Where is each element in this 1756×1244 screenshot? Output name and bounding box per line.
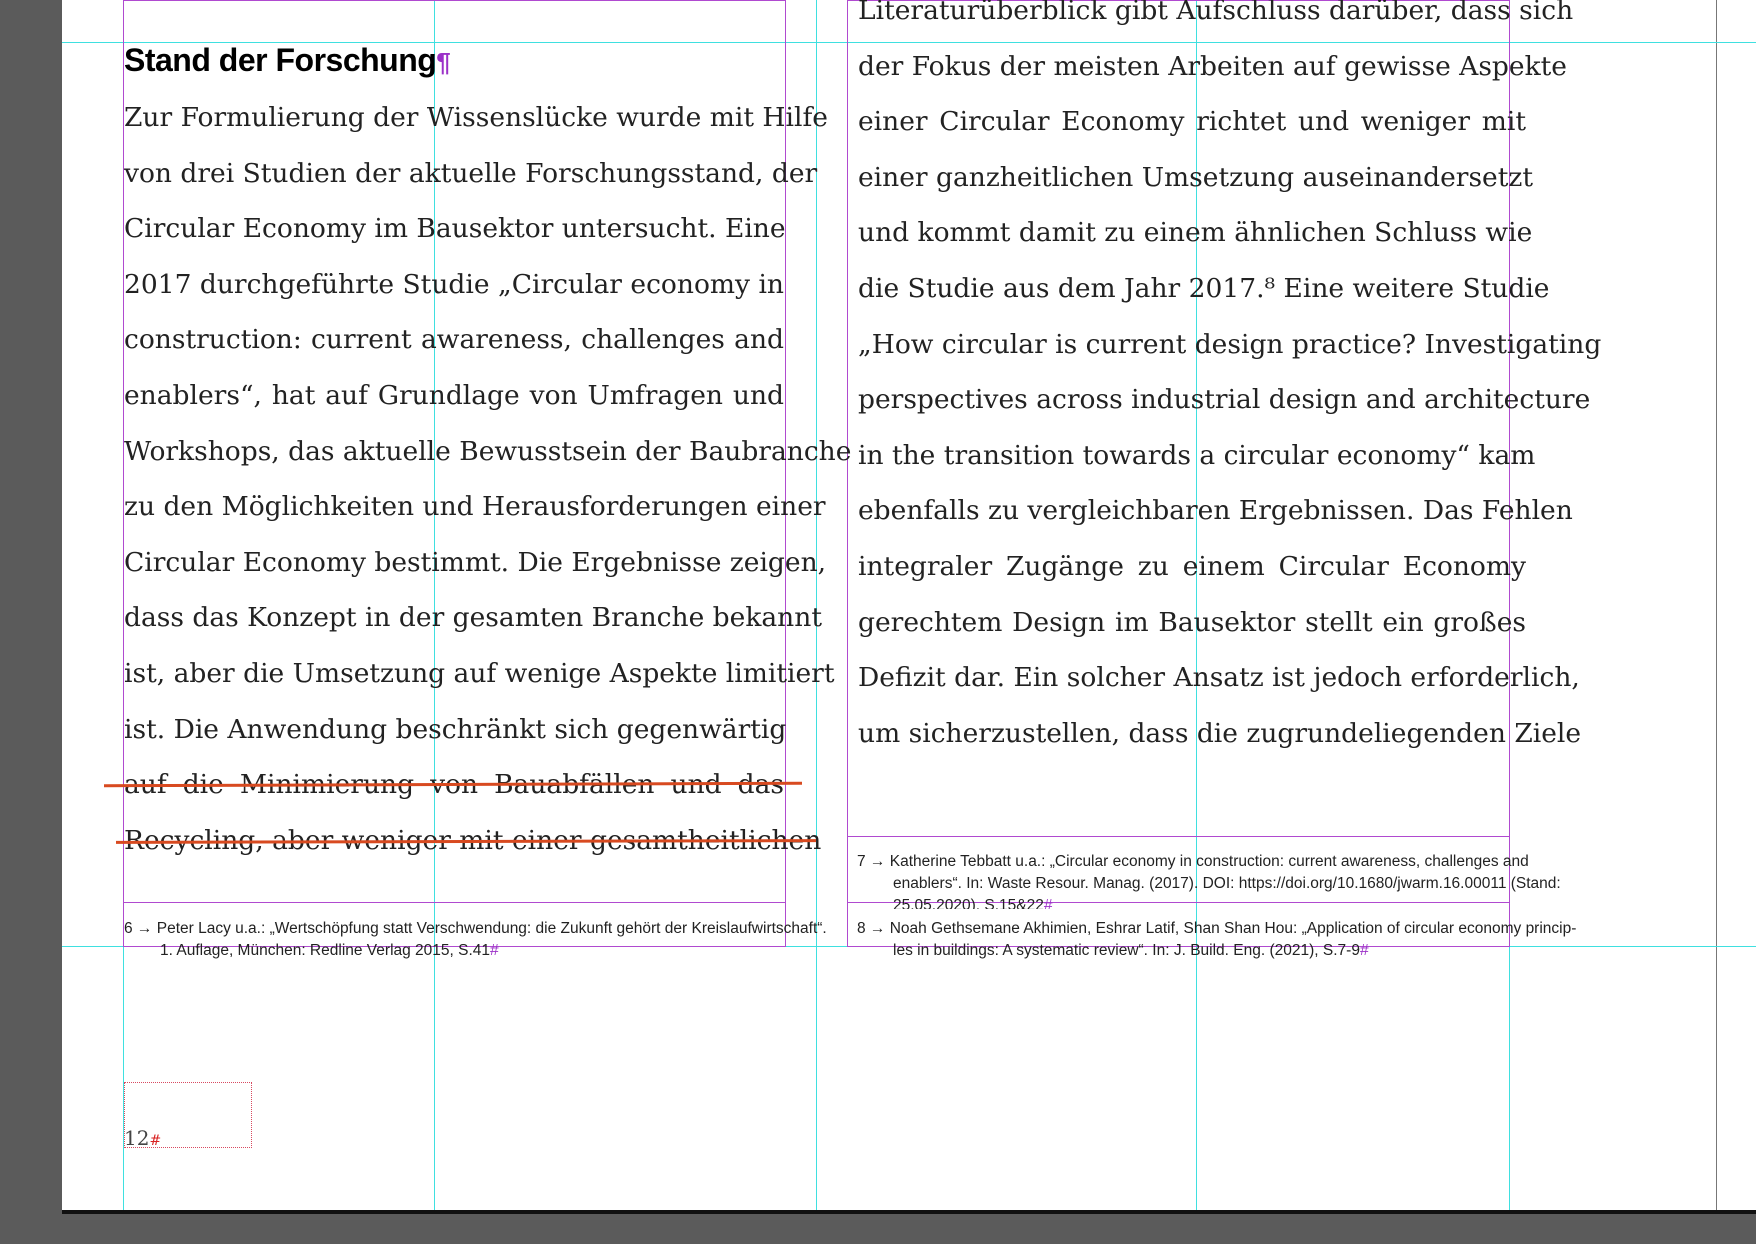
text-line: in the transition towards a circular eco… [858,439,1536,471]
text-line: dass das Konzept in der gesamten Branche… [124,602,822,634]
text-line: von drei Studien der aktuelle Forschungs… [124,157,818,189]
footnote-8[interactable]: 8 → Noah Gethsemane Akhimien, Eshrar Lat… [857,918,1576,962]
text-line: construction: current awareness, challen… [124,324,784,356]
text-line: Literaturüberblick gibt Aufschluss darüb… [858,0,1574,26]
end-mark: # [1043,897,1053,909]
text-line: der Fokus der meisten Arbeiten auf gewis… [858,50,1567,82]
text-line: und kommt damit zu einem ähnlichen Schlu… [858,217,1533,249]
footnote-7[interactable]: 7 → Katherine Tebbatt u.a.: „Circular ec… [857,851,1561,909]
text-line: Workshops, das aktuelle Bewusstsein der … [124,435,852,467]
text-line: ist. Die Anwendung beschränkt sich gegen… [124,713,787,745]
text-line: die Studie aus dem Jahr 2017.⁸ Eine weit… [858,272,1550,304]
text-line: zu den Möglichkeiten und Herausforderung… [124,491,826,523]
text-line: enablers“, hat auf Grundlage von Umfrage… [124,379,784,411]
left-body-text[interactable]: Zur Formulierung der Wissenslücke wurde … [124,90,852,868]
right-footnote-separator [847,836,1510,837]
text-line: Zur Formulierung der Wissenslücke wurde … [124,102,828,133]
text-line: Circular Economy im Bausektor untersucht… [124,213,786,245]
text-line: gerechtem Design im Bausektor stellt ein… [858,606,1526,638]
left-footnote-separator [123,902,786,903]
pilcrow-mark: ¶ [436,47,451,77]
heading-text: Stand der Forschung [124,42,437,78]
right-body-text[interactable]: Literaturüberblick gibt Aufschluss darüb… [858,0,1602,761]
end-mark: # [149,1133,162,1149]
end-mark: # [490,942,499,959]
text-line: einer Circular Economy richtet und wenig… [858,106,1526,138]
page-shadow [62,1210,1756,1214]
text-line: um sicherzustellen, dass die zugrundelie… [858,717,1582,749]
footnote-line: 8 → Noah Gethsemane Akhimien, Eshrar Lat… [857,920,1577,937]
text-line: „How circular is current design practice… [858,328,1602,360]
page-edge [1716,0,1717,1210]
footnote-line: les in buildings: A systematic review“. … [893,942,1360,959]
footnote-line: enablers“. In: Waste Resour. Manag. (201… [893,875,1561,892]
section-heading[interactable]: Stand der Forschung¶ [124,42,451,79]
footnote-6[interactable]: 6 → Peter Lacy u.a.: „Wertschöpfung stat… [124,918,827,962]
footnote-line: 1. Auflage, München: Redline Verlag 2015… [160,942,491,959]
text-line: ebenfalls zu vergleichbaren Ergebnissen.… [858,495,1573,527]
text-line: ist, aber die Umsetzung auf wenige Aspek… [124,657,835,689]
text-line: Circular Economy bestimmt. Die Ergebniss… [124,546,827,578]
footnote-line: 6 → Peter Lacy u.a.: „Wertschöpfung stat… [124,920,827,937]
footnote-line: 7 → Katherine Tebbatt u.a.: „Circular ec… [857,853,1529,870]
text-line: einer ganzheitlichen Umsetzung auseinand… [858,161,1533,193]
page-number-text: 12 [124,1126,150,1150]
text-line: 2017 durchgeführte Studie „Circular econ… [124,268,784,300]
text-line: perspectives across industrial design an… [858,384,1591,416]
page-number: 12# [124,1126,161,1150]
text-line: integraler Zugänge zu einem Circular Eco… [858,550,1526,582]
end-mark: # [1359,942,1369,959]
footnote-line: 25.05.2020), S.15&22 [893,897,1044,909]
text-line: Defizit dar. Ein solcher Ansatz ist jedo… [858,662,1580,694]
